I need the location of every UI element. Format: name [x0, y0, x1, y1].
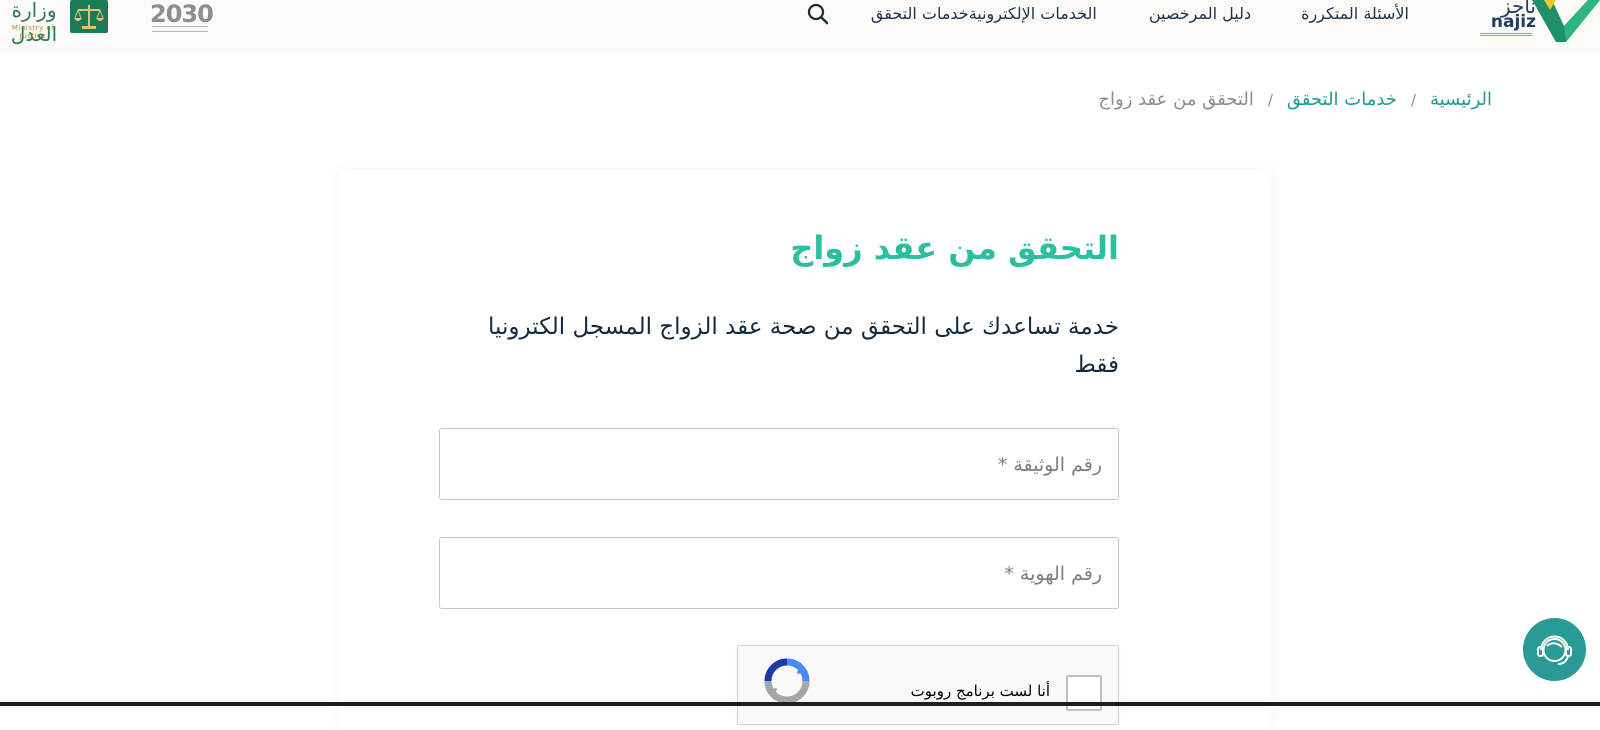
recaptcha-widget: أنا لست برنامج روبوت	[737, 645, 1119, 725]
document-number-field[interactable]: رقم الوثيقة *	[439, 428, 1119, 500]
search-icon[interactable]	[806, 2, 830, 26]
document-number-placeholder: رقم الوثيقة *	[997, 454, 1102, 476]
nav-licensees-guide[interactable]: دليل المرخصين	[1149, 1, 1251, 27]
nav-verification-services[interactable]: خدمات التحقق	[871, 1, 969, 27]
vision-2030-logo[interactable]: 2030	[150, 0, 214, 36]
recaptcha-icon	[764, 658, 810, 704]
main-nav: خدمات التحقق الخدمات الإلكترونية دليل ال…	[871, 0, 1460, 28]
najiz-logo[interactable]: ناجز najiz	[1470, 0, 1600, 44]
nav-faq[interactable]: الأسئلة المتكررة	[1301, 1, 1409, 27]
breadcrumb-current: التحقق من عقد زواج	[1098, 89, 1254, 110]
scales-emblem-icon	[70, 0, 108, 33]
ministry-english: Ministry of Justice	[11, 24, 55, 40]
vision-2030-text: 2030	[150, 0, 214, 28]
najiz-check-icon	[1532, 0, 1600, 42]
site-header: ناجز najiz خدمات التحقق الخدمات الإلكترو…	[0, 0, 1600, 54]
support-agent-icon	[1537, 635, 1572, 665]
ministry-of-justice-logo[interactable]: وزارة العدل Ministry of Justice	[0, 0, 110, 46]
breadcrumb-separator: /	[1410, 91, 1416, 109]
breadcrumb-separator: /	[1267, 91, 1273, 109]
recaptcha-label: أنا لست برنامج روبوت	[910, 682, 1050, 700]
brand-english: najiz	[1490, 12, 1536, 32]
bottom-edge-bar	[0, 702, 1600, 706]
id-number-field[interactable]: رقم الهوية *	[439, 537, 1119, 609]
brand-subtitle-lines	[1480, 33, 1532, 36]
breadcrumb-home[interactable]: الرئيسية	[1430, 88, 1492, 112]
vision-subtitle-lines	[152, 26, 208, 32]
support-chat-button[interactable]	[1523, 618, 1586, 681]
page-title: التحقق من عقد زواج	[790, 229, 1119, 267]
breadcrumb-section[interactable]: خدمات التحقق	[1287, 88, 1397, 112]
page-description: خدمة تساعدك على التحقق من صحة عقد الزواج…	[488, 314, 1119, 378]
breadcrumb: الرئيسية / خدمات التحقق / التحقق من عقد …	[1098, 88, 1492, 112]
nav-e-services[interactable]: الخدمات الإلكترونية	[969, 1, 1097, 27]
id-number-placeholder: رقم الهوية *	[1004, 563, 1102, 585]
verification-form-card: التحقق من عقد زواج خدمة تساعدك على التحق…	[339, 170, 1271, 730]
